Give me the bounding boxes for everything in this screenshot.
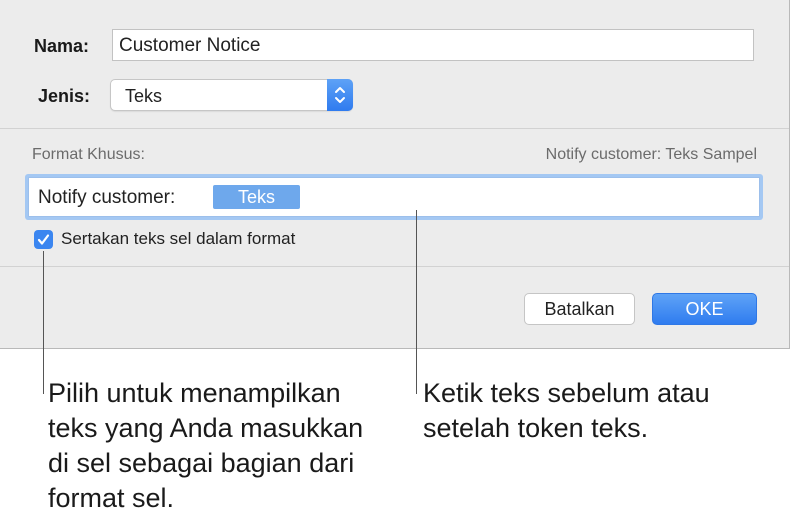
ok-button[interactable]: OKE — [652, 293, 757, 325]
custom-format-label: Format Khusus: — [32, 146, 145, 163]
type-select[interactable]: Teks — [110, 79, 353, 111]
chevron-updown-icon — [327, 79, 353, 111]
format-prefix-text: Notify customer: — [38, 187, 176, 208]
cancel-button[interactable]: Batalkan — [524, 293, 635, 325]
bottom-divider — [0, 266, 789, 267]
checkmark-icon — [37, 234, 50, 245]
type-label: Jenis: — [38, 86, 91, 106]
callout-line-right — [416, 210, 417, 394]
type-select-value: Teks — [125, 86, 163, 106]
name-label: Nama: — [34, 36, 90, 56]
callout-left: Pilih untuk menampilkan teks yang Anda m… — [48, 378, 364, 513]
text-token[interactable]: Teks — [213, 185, 300, 209]
custom-format-dialog: Nama: Customer Notice Jenis: Teks Format… — [0, 0, 790, 349]
format-preview: Notify customer: Teks Sampel — [545, 146, 757, 163]
callout-line-left — [43, 251, 44, 394]
name-field[interactable]: Customer Notice — [112, 29, 754, 61]
section-divider — [0, 128, 789, 129]
callout-right: Ketik teks sebelum atau setelah token te… — [423, 378, 710, 443]
include-cell-text-checkbox[interactable] — [34, 230, 53, 249]
include-cell-text-label: Sertakan teks sel dalam format — [61, 229, 296, 248]
format-field[interactable]: Notify customer: Teks — [28, 177, 760, 217]
